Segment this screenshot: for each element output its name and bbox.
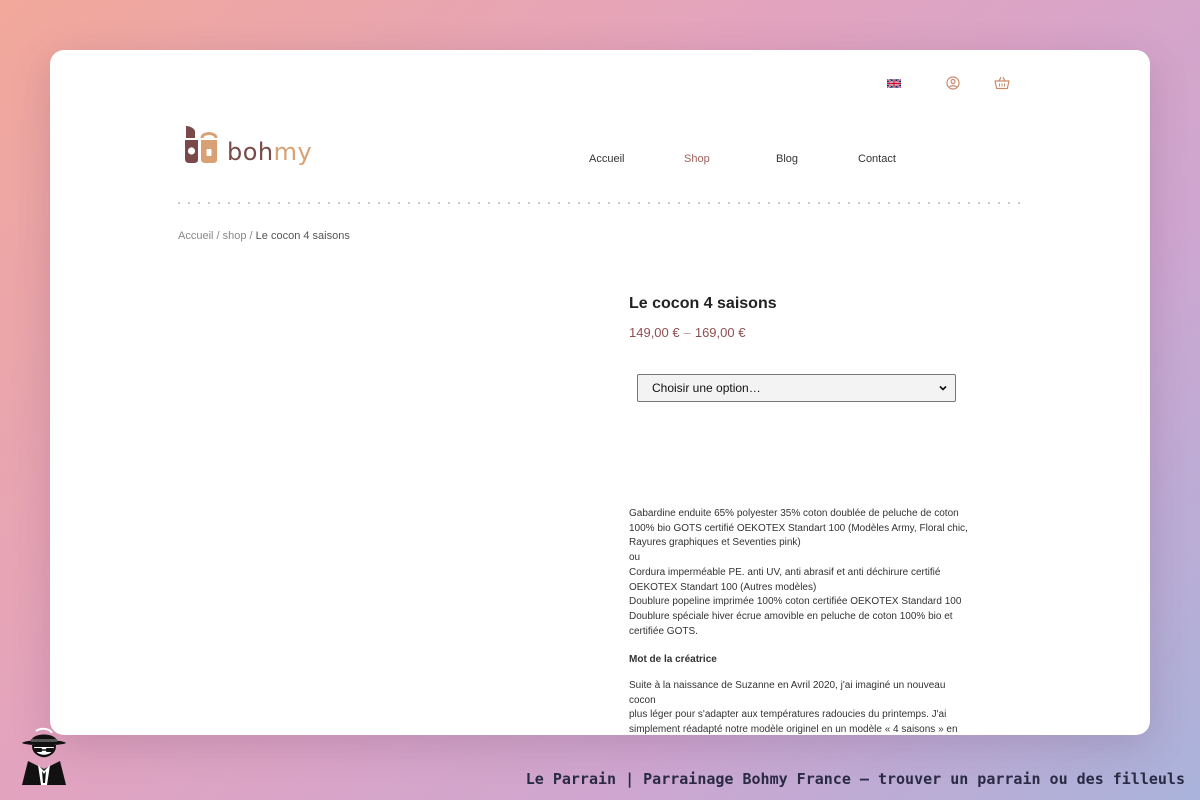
description-line: 100% bio GOTS certifié OEKOTEX Standart … — [629, 522, 968, 534]
variant-select[interactable]: Choisir une option… — [637, 374, 956, 402]
nav-item-accueil[interactable]: Accueil — [589, 153, 624, 165]
product-title: Le cocon 4 saisons — [629, 295, 777, 312]
browser-window: bohmy Accueil Shop Blog Contact Accueil … — [50, 50, 1150, 735]
creator-note-heading: Mot de la créatrice — [629, 654, 717, 666]
description-line: ou — [629, 552, 641, 564]
product-price-range: 149,00 € –169,00 € — [629, 325, 745, 340]
variant-select-value: Choisir une option… — [652, 381, 761, 395]
breadcrumb-shop[interactable]: shop — [223, 230, 247, 242]
breadcrumb: Accueil / shop / Le cocon 4 saisons — [178, 230, 350, 242]
top-utility-bar — [50, 76, 1150, 92]
dotted-divider — [178, 202, 1023, 204]
price-max: 169,00 € — [694, 325, 746, 340]
user-circle-icon[interactable] — [946, 76, 960, 90]
uk-flag-icon[interactable] — [887, 79, 901, 88]
description-line: OEKOTEX Standart 100 (Autres modèles) — [629, 581, 817, 593]
main-nav: Accueil Shop Blog Contact — [50, 153, 1150, 169]
chevron-down-icon — [939, 385, 947, 391]
breadcrumb-current: Le cocon 4 saisons — [255, 230, 350, 242]
product-description: Gabardine enduite 65% polyester 35% coto… — [629, 507, 974, 735]
godfather-mascot-icon — [22, 727, 66, 785]
breadcrumb-separator: / — [213, 230, 223, 242]
story-line: simplement réadapté notre modèle origine… — [629, 724, 958, 735]
nav-item-blog[interactable]: Blog — [776, 153, 798, 165]
breadcrumb-separator: / — [246, 230, 256, 242]
story-line: Suite à la naissance de Suzanne en Avril… — [629, 680, 946, 706]
nav-item-contact[interactable]: Contact — [858, 153, 896, 165]
basket-icon[interactable] — [994, 76, 1010, 90]
description-line: Doublure popeline imprimée 100% coton ce… — [629, 596, 962, 608]
description-line: Gabardine enduite 65% polyester 35% coto… — [629, 508, 959, 519]
page-caption: Le Parrain | Parrainage Bohmy France — t… — [525, 770, 1185, 788]
price-dash: – — [683, 325, 691, 340]
description-line: Doublure spéciale hiver écrue amovible e… — [629, 610, 953, 622]
story-line: plus léger pour s'adapter aux températur… — [629, 709, 947, 721]
price-min: 149,00 € — [629, 325, 680, 340]
breadcrumb-home[interactable]: Accueil — [178, 230, 213, 242]
variant-select-wrapper: Choisir une option… — [637, 374, 956, 402]
description-line: certifiée GOTS. — [629, 625, 698, 637]
description-line: Rayures graphiques et Seventies pink) — [629, 537, 801, 549]
description-line: Cordura imperméable PE. anti UV, anti ab… — [629, 566, 941, 578]
nav-item-shop[interactable]: Shop — [684, 153, 710, 165]
